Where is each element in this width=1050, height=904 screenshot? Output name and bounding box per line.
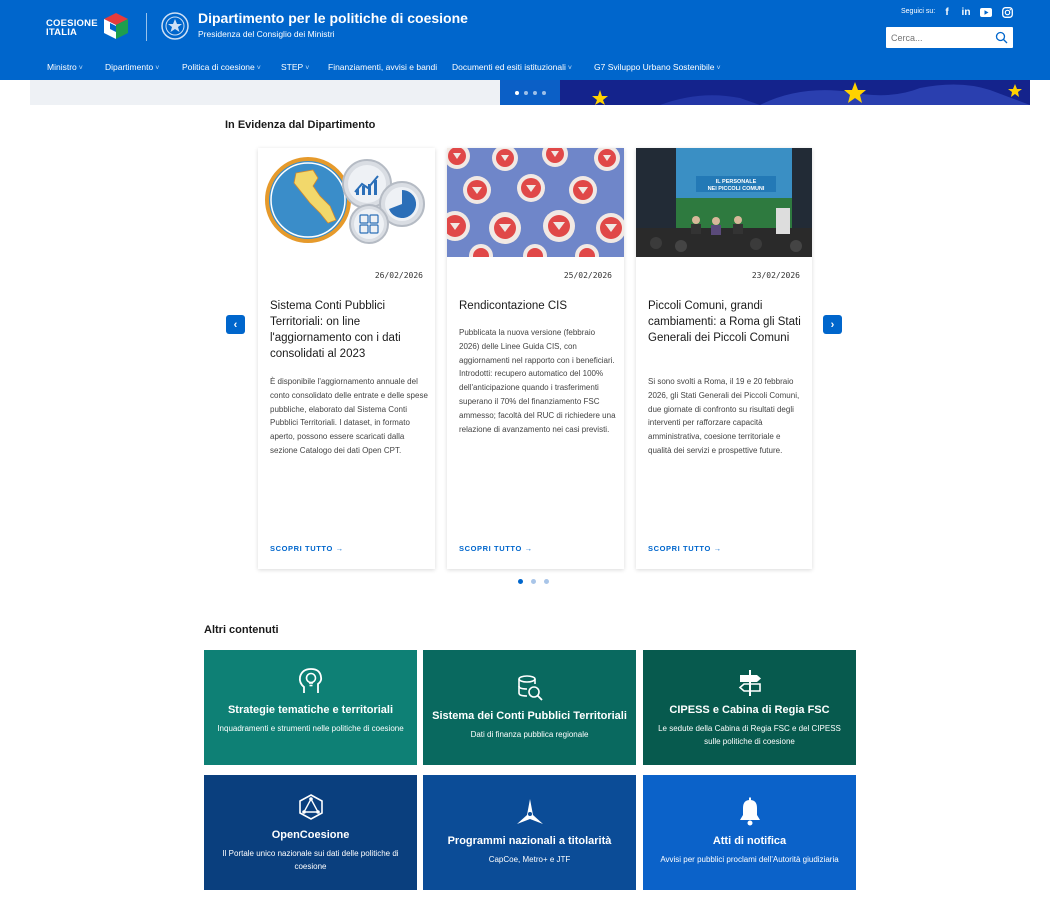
logo-text: COESIONE ITALIA <box>46 19 98 38</box>
coesione-cube-icon <box>104 13 128 39</box>
hero-dot[interactable] <box>541 90 546 95</box>
tile-desc: Inquadramenti e strumenti nelle politich… <box>217 724 404 733</box>
carousel-dot[interactable] <box>544 579 549 584</box>
news-card-title[interactable]: Sistema Conti Pubblici Territoriali: on … <box>270 298 425 362</box>
carousel-prev-button[interactable]: ‹ <box>226 315 245 334</box>
news-card-text: Pubblicata la nuova versione (febbraio 2… <box>459 328 616 434</box>
hero-dot[interactable] <box>523 90 528 95</box>
carousel-dot[interactable] <box>531 579 536 584</box>
news-card[interactable]: IL PERSONALE NEI PICCOLI COMUNI 23/02/20… <box>636 148 812 569</box>
tile-title: Programmi nazionali a titolarità <box>447 835 612 847</box>
network-icon <box>298 794 323 820</box>
site-header: COESIONE ITALIA Dipartimento per le poli… <box>0 0 1050 80</box>
altri-contenuti-title: Altri contenuti <box>204 624 279 636</box>
nav-item-documenti[interactable]: Documenti ed esiti istituzionali ˅ <box>452 62 572 72</box>
department-subtitle: Presidenza del Consiglio dei Ministri <box>198 29 335 39</box>
header-divider <box>146 13 147 41</box>
tile-desc: CapCoe, Metro+ e JTF <box>488 855 571 864</box>
news-card-image <box>447 148 624 257</box>
news-card-text: È disponibile l'aggiornamento annuale de… <box>270 377 428 455</box>
news-card[interactable]: 25/02/2026 Rendicontazione CIS Pubblicat… <box>447 148 624 569</box>
tile-desc: Avvisi per pubblici proclami dell'Autori… <box>660 855 839 864</box>
hero-carousel-dots[interactable] <box>500 80 560 105</box>
chevron-down-icon: ˅ <box>78 65 83 72</box>
tile-title: Strategie tematiche e territoriali <box>227 704 394 716</box>
database-search-icon <box>517 675 543 701</box>
youtube-icon[interactable] <box>980 6 992 18</box>
linkedin-icon[interactable]: in <box>960 6 972 18</box>
search-icon[interactable] <box>995 31 1008 44</box>
tile-desc: Dati di finanza pubblica regionale <box>470 730 589 739</box>
image-caption-line1: IL PERSONALE <box>716 179 757 185</box>
news-card-image: IL PERSONALE NEI PICCOLI COMUNI <box>636 148 812 257</box>
news-card-link[interactable]: SCOPRI TUTTO → <box>270 544 344 553</box>
chevron-down-icon: ˅ <box>256 65 261 72</box>
hero-dot[interactable] <box>514 90 519 95</box>
nav-item-ministro[interactable]: Ministro ˅ <box>47 62 83 72</box>
tile-strategie[interactable]: Strategie tematiche e territoriali Inqua… <box>204 650 417 765</box>
news-card-image <box>258 148 435 257</box>
republic-emblem-icon <box>161 12 189 40</box>
arrow-right-icon: → <box>524 544 533 553</box>
social-label: Seguici su: <box>901 8 936 15</box>
news-card[interactable]: 26/02/2026 Sistema Conti Pubblici Territ… <box>258 148 435 569</box>
tile-atti-notifica[interactable]: Atti di notifica Avvisi per pubblici pro… <box>643 775 856 890</box>
tile-title: CIPESS e Cabina di Regia FSC <box>669 704 830 716</box>
news-card-title[interactable]: Rendicontazione CIS <box>459 298 614 314</box>
compass-star-icon <box>516 799 543 824</box>
tile-title: Sistema dei Conti Pubblici Territoriali <box>432 710 627 722</box>
hero-carousel <box>30 80 1030 105</box>
news-card-date: 25/02/2026 <box>563 271 612 280</box>
coesione-italia-logo[interactable]: COESIONE ITALIA <box>46 11 132 41</box>
nav-item-dipartimento[interactable]: Dipartimento ˅ <box>105 62 159 72</box>
search-box[interactable] <box>886 27 1013 48</box>
news-card-title[interactable]: Piccoli Comuni, grandi cambiamenti: a Ro… <box>648 298 803 346</box>
search-input[interactable] <box>886 27 991 48</box>
signpost-icon <box>738 670 761 696</box>
department-title[interactable]: Dipartimento per le politiche di coesion… <box>198 10 468 26</box>
carousel-dot[interactable] <box>518 579 523 584</box>
nav-item-finanziamenti[interactable]: Finanziamenti, avvisi e bandi <box>328 62 437 72</box>
carousel-dots <box>518 579 549 584</box>
evidenza-title: In Evidenza dal Dipartimento <box>225 119 376 131</box>
news-card-link[interactable]: SCOPRI TUTTO → <box>459 544 533 553</box>
news-card-date: 23/02/2026 <box>751 271 800 280</box>
tile-opencoesione[interactable]: OpenCoesione Il Portale unico nazionale … <box>204 775 417 890</box>
facebook-icon[interactable]: f <box>941 6 953 18</box>
news-card-date: 26/02/2026 <box>374 271 423 280</box>
tile-desc: Il Portale unico nazionale sui dati dell… <box>222 849 399 871</box>
arrow-right-icon: → <box>713 544 722 553</box>
nav-item-politica-coesione[interactable]: Politica di coesione ˅ <box>182 62 261 72</box>
news-card-text: Si sono svolti a Roma, il 19 e 20 febbra… <box>648 377 800 455</box>
tile-title: Atti di notifica <box>712 835 787 847</box>
instagram-icon[interactable] <box>1001 6 1013 18</box>
tile-desc: Le sedute della Cabina di Regia FSC e de… <box>658 724 841 746</box>
hero-image <box>560 80 1030 105</box>
nav-item-step[interactable]: STEP ˅ <box>281 62 309 72</box>
arrow-right-icon: → <box>335 544 344 553</box>
chevron-down-icon: ˅ <box>567 65 572 72</box>
image-caption-line2: NEI PICCOLI COMUNI <box>708 186 765 192</box>
hero-dot[interactable] <box>532 90 537 95</box>
chevron-down-icon: ˅ <box>155 65 160 72</box>
tile-cipess[interactable]: CIPESS e Cabina di Regia FSC Le sedute d… <box>643 650 856 765</box>
bell-icon <box>739 797 760 826</box>
nav-item-g7[interactable]: G7 Sviluppo Urbano Sostenibile ˅ <box>594 62 721 72</box>
tile-programmi-nazionali[interactable]: Programmi nazionali a titolarità CapCoe,… <box>423 775 636 890</box>
chevron-down-icon: ˅ <box>305 65 310 72</box>
carousel-next-button[interactable]: › <box>823 315 842 334</box>
lightbulb-head-icon <box>298 668 322 693</box>
tile-conti-pubblici[interactable]: Sistema dei Conti Pubblici Territoriali … <box>423 650 636 765</box>
news-card-link[interactable]: SCOPRI TUTTO → <box>648 544 722 553</box>
eu-map-image <box>560 80 1030 105</box>
chevron-down-icon: ˅ <box>716 65 721 72</box>
tile-title: OpenCoesione <box>271 829 350 841</box>
logo-line2: ITALIA <box>46 27 78 38</box>
